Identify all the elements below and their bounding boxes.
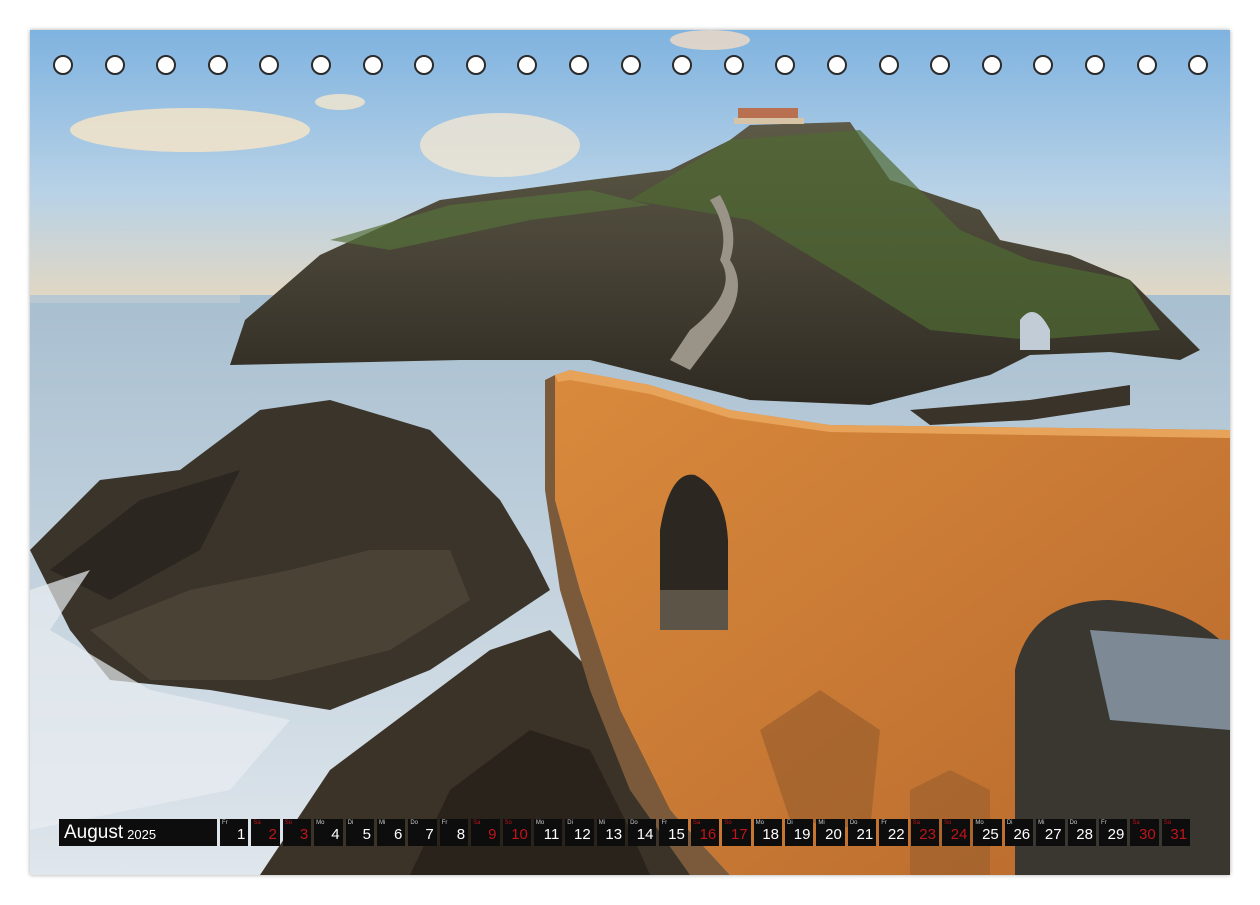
day-cell: Sa 2	[251, 819, 280, 846]
day-cell: So 3	[282, 819, 312, 846]
weekday-label: Sa	[473, 820, 481, 826]
day-cell: Sa 30	[1130, 819, 1159, 846]
weekday-label: Mo	[316, 820, 325, 826]
day-number: 18	[762, 826, 780, 843]
day-number: 2	[268, 826, 277, 843]
day-number: 29	[1107, 826, 1125, 843]
day-number: 4	[331, 826, 340, 843]
day-cell: Di 26	[1004, 819, 1034, 846]
day-cell: Fr 15	[659, 819, 688, 846]
day-number: 25	[982, 826, 999, 843]
day-number: 9	[488, 826, 497, 843]
weekday-label: Mi	[378, 820, 386, 826]
day-cell: Sa 23	[910, 819, 939, 846]
day-number: 6	[394, 826, 403, 843]
weekday-label: Fr	[661, 820, 668, 826]
day-cell: Mi 13	[596, 819, 626, 846]
month-name: August	[64, 822, 124, 843]
day-cell: Di 5	[345, 819, 374, 846]
day-number: 21	[856, 826, 874, 843]
day-number: 19	[793, 826, 811, 843]
day-cell: Di 19	[785, 819, 814, 846]
day-cell: Mi 20	[816, 819, 845, 846]
day-number: 15	[668, 826, 685, 843]
day-number: 31	[1170, 826, 1188, 843]
landscape-photo	[30, 30, 1230, 875]
weekday-label: Fr	[1100, 820, 1107, 826]
day-number: 22	[887, 826, 905, 843]
day-number: 5	[362, 826, 371, 843]
day-number: 7	[425, 826, 434, 843]
day-number: 8	[456, 826, 466, 843]
day-cell: So 24	[941, 819, 971, 846]
day-cell: Di 12	[565, 819, 594, 846]
day-cell: So 17	[722, 819, 751, 846]
weekday-label: Fr	[441, 820, 448, 826]
calendar-strip: August 2025 Fr 1 Sa 2 So 3 Mo 4 Di 5 Mi 6 Do 7 Fr 8 Sa 9 S…	[59, 819, 1191, 846]
weekday-label: Mi	[1038, 820, 1045, 826]
weekday-label: Di	[347, 820, 354, 826]
day-number: 20	[825, 826, 842, 843]
weekday-label: Di	[1006, 820, 1013, 826]
day-number: 14	[636, 826, 654, 843]
day-number: 23	[919, 826, 936, 843]
weekday-label: Sa	[253, 820, 261, 826]
day-cell: Mo 11	[533, 819, 563, 846]
day-cell: Sa 9	[471, 819, 500, 846]
day-number: 16	[699, 826, 717, 843]
weekday-label: So	[284, 820, 293, 826]
day-number: 26	[1013, 826, 1031, 843]
day-cell: Sa 16	[690, 819, 720, 846]
day-cell: Do 7	[408, 819, 437, 846]
day-cell: So 31	[1161, 819, 1191, 846]
day-number: 17	[730, 826, 748, 843]
day-number: 24	[950, 826, 968, 843]
day-cell: Fr 8	[439, 819, 469, 846]
day-cell: Fr 29	[1098, 819, 1128, 846]
calendar-page: August 2025 Fr 1 Sa 2 So 3 Mo 4 Di 5 Mi 6 Do 7 Fr 8 Sa 9 S…	[30, 30, 1230, 875]
weekday-label: Mi	[598, 820, 606, 826]
day-cell: So 10	[502, 819, 531, 846]
month-year: 2025	[127, 827, 157, 842]
day-cell: Mi 6	[376, 819, 406, 846]
day-number: 27	[1044, 826, 1062, 843]
weekday-label: Fr	[222, 820, 228, 826]
weekday-label: Fr	[881, 820, 887, 826]
day-cell: Do 28	[1067, 819, 1096, 846]
weekday-label: Do	[410, 820, 419, 826]
day-cell: Mo 4	[314, 819, 343, 846]
day-number: 28	[1076, 826, 1093, 843]
day-cell: Mo 18	[753, 819, 783, 846]
day-cell: Mo 25	[973, 819, 1002, 846]
day-number: 1	[237, 826, 246, 843]
day-cell: Fr 22	[879, 819, 908, 846]
day-number: 11	[543, 826, 560, 843]
day-cell: Do 21	[847, 819, 877, 846]
month-label: August 2025	[59, 819, 217, 846]
day-number: 30	[1139, 826, 1156, 843]
weekday-label: Di	[787, 820, 793, 826]
weekday-label: Di	[567, 820, 573, 826]
weekday-label: Mi	[818, 820, 825, 826]
day-cell: Fr 1	[220, 819, 249, 846]
day-cell: Do 14	[628, 819, 657, 846]
day-number: 10	[511, 826, 528, 843]
day-number: 12	[574, 826, 591, 843]
day-number: 3	[299, 826, 309, 843]
day-cell: Mi 27	[1036, 819, 1065, 846]
day-number: 13	[605, 826, 623, 843]
